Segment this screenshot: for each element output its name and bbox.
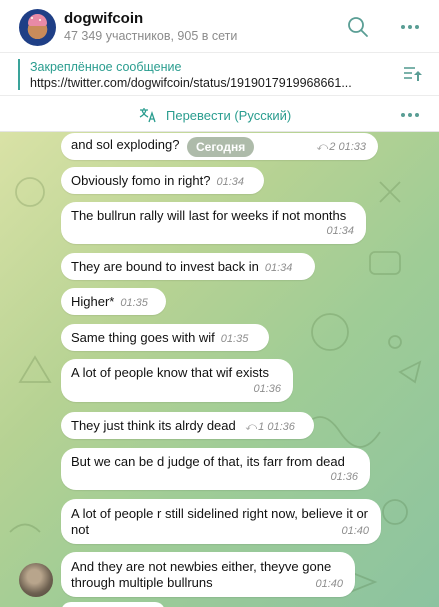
message-time: 01:34 [264,262,293,274]
more-dots-icon[interactable] [396,13,424,41]
message-bubble[interactable]: The bullrun rally will last for weeks if… [61,202,366,244]
avatar-dot [31,17,33,19]
message-bubble[interactable] [61,602,165,607]
message-bubble[interactable]: Obviously fomo in right? 01:34 [61,167,264,194]
pinned-list-icon[interactable] [399,60,427,88]
more-dots-icon[interactable] [396,101,424,129]
avatar-hat [28,14,47,26]
member-count: 47 349 участников, 905 в сети [64,29,238,43]
message-text: They just think its alrdy dead [71,418,236,433]
translate-icon [139,108,156,123]
message-time: 01:35 [220,333,249,345]
message-bubble[interactable]: They are bound to invest back in 01:34 [61,253,315,280]
pinned-message-bar[interactable]: Закреплённое сообщение https://twitter.c… [0,52,439,95]
message-time: 01:40 [341,525,369,537]
message-time: ⤺2 01:33 [317,139,366,155]
reply-count[interactable]: 1 [258,421,264,433]
message-text: A lot of people r still sidelined right … [71,506,369,537]
avatar-face [29,24,46,39]
message-text: and sol exploding? [71,137,180,152]
search-icon[interactable] [344,13,372,41]
message-text: But we can be d judge of that, its farr … [71,454,345,469]
message-time: 01:34 [326,225,354,237]
message-time: 01:35 [120,297,148,309]
message-list[interactable]: and sol exploding? ⤺2 01:33 Сегодня Obvi… [0,132,439,607]
channel-avatar[interactable] [19,9,56,46]
message-time: 01:34 [216,176,244,188]
reply-count-icon[interactable]: ⤺ [317,139,329,155]
pinned-accent-bar [18,59,20,90]
date-badge: Сегодня [187,137,255,157]
translate-label: Перевести (Русский) [166,108,292,123]
user-avatar[interactable] [19,563,53,597]
message-bubble[interactable]: Same thing goes with wif 01:35 [61,324,269,351]
chat-header: dogwifcoin 47 349 участников, 905 в сети [0,0,439,52]
message-bubble[interactable]: And they are not newbies either, theyve … [61,552,355,597]
reply-count[interactable]: 2 [329,141,335,153]
message-text: A lot of people know that wif exists [71,365,269,380]
message-text: The bullrun rally will last for weeks if… [71,208,347,223]
pinned-label: Закреплённое сообщение [30,60,182,74]
message-bubble[interactable]: A lot of people r still sidelined right … [61,499,381,544]
message-time-value: 01:36 [267,421,295,433]
message-text: Obviously fomo in right? [71,173,211,188]
message-time: 01:36 [330,471,358,483]
message-time-value: 01:33 [338,141,366,153]
translate-bar[interactable]: Перевести (Русский) [0,95,439,132]
message-time: 01:36 [253,383,281,395]
message-bubble[interactable]: Higher* 01:35 [61,288,166,315]
message-bubble[interactable]: A lot of people know that wif exists 01:… [61,359,293,402]
channel-title[interactable]: dogwifcoin [64,10,143,27]
message-time: 01:40 [315,578,343,590]
pinned-link[interactable]: https://twitter.com/dogwifcoin/status/19… [30,76,385,90]
avatar-dot [39,19,41,21]
message-bubble[interactable]: But we can be d judge of that, its farr … [61,448,370,490]
message-time: ⤺1 01:36 [245,421,294,433]
message-text: Same thing goes with wif [71,330,215,345]
message-text: Higher* [71,294,115,309]
message-text: And they are not newbies either, theyve … [71,559,332,590]
reply-count-icon[interactable]: ⤺ [245,419,257,435]
message-text: They are bound to invest back in [71,259,259,274]
message-bubble[interactable]: They just think its alrdy dead ⤺1 01:36 [61,412,314,439]
